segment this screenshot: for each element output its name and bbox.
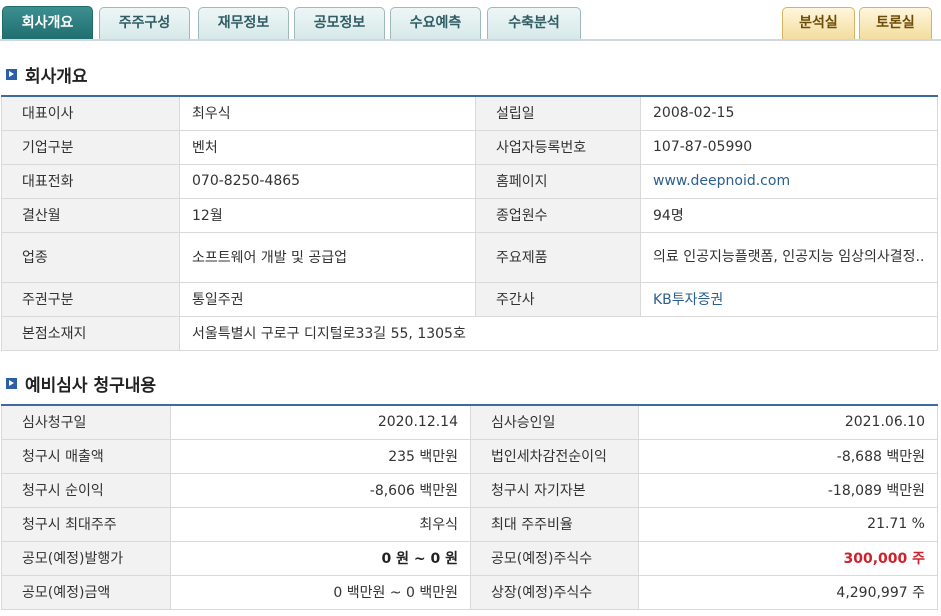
label-revenue: 청구시 매출액 bbox=[1, 438, 171, 474]
table-row: 청구시 최대주주 최우식 최대 주주비율 21.71 % bbox=[1, 506, 938, 542]
table-row: 기업구분 벤처 사업자등록번호 107-87-05990 bbox=[1, 129, 938, 165]
value-offer-price: 0 원 ~ 0 원 bbox=[170, 540, 471, 576]
label-review-approval-date: 심사승인일 bbox=[470, 404, 639, 440]
value-phone: 070-8250-4865 bbox=[179, 163, 476, 199]
label-offer-amount: 공모(예정)금액 bbox=[1, 574, 171, 610]
table-row: 업종 소프트웨어 개발 및 공급업 주요제품 의료 인공지능플랫폼, 인공지능 … bbox=[1, 231, 938, 283]
label-employees: 종업원수 bbox=[475, 197, 641, 233]
table-row: 심사청구일 2020.12.14 심사승인일 2021.06.10 bbox=[1, 404, 938, 440]
label-offer-shares: 공모(예정)주식수 bbox=[470, 540, 639, 576]
label-underwriter: 주간사 bbox=[475, 281, 641, 317]
value-pretax-income: -8,688 백만원 bbox=[638, 438, 938, 474]
value-listed-shares: 4,290,997 주 bbox=[638, 574, 938, 610]
label-fiscal-month: 결산월 bbox=[1, 197, 180, 233]
value-revenue: 235 백만원 bbox=[170, 438, 471, 474]
table-row: 대표전화 070-8250-4865 홈페이지 www.deepnoid.com bbox=[1, 163, 938, 199]
value-main-products: 의료 인공지능플랫폼, 인공지능 임상의사결정.. bbox=[640, 231, 938, 283]
arrow-bullet-icon bbox=[6, 377, 17, 389]
value-review-request-date: 2020.12.14 bbox=[170, 404, 471, 440]
tab-financials[interactable]: 재무정보 bbox=[198, 7, 289, 40]
label-phone: 대표전화 bbox=[1, 163, 180, 199]
value-employees: 94명 bbox=[640, 197, 938, 233]
label-industry: 업종 bbox=[1, 231, 180, 283]
table-row: 공모(예정)발행가 0 원 ~ 0 원 공모(예정)주식수 300,000 주 bbox=[1, 540, 938, 576]
value-ceo: 최우식 bbox=[179, 95, 476, 131]
underwriter-link[interactable]: KB투자증권 bbox=[640, 281, 938, 317]
table-row: 주권구분 통일주권 주간사 KB투자증권 bbox=[1, 281, 938, 317]
label-offer-price: 공모(예정)발행가 bbox=[1, 540, 171, 576]
value-founded: 2008-02-15 bbox=[640, 95, 938, 131]
value-business-reg-no: 107-87-05990 bbox=[640, 129, 938, 165]
label-listed-shares: 상장(예정)주식수 bbox=[470, 574, 639, 610]
table-row: 청구시 순이익 -8,606 백만원 청구시 자기자본 -18,089 백만원 bbox=[1, 472, 938, 508]
label-business-reg-no: 사업자등록번호 bbox=[475, 129, 641, 165]
section-title-preliminary-review: 예비심사 청구내용 bbox=[6, 372, 157, 396]
value-share-type: 통일주권 bbox=[179, 281, 476, 317]
label-company-type: 기업구분 bbox=[1, 129, 180, 165]
arrow-bullet-icon bbox=[6, 68, 17, 80]
tab-ipo-info[interactable]: 공모정보 bbox=[294, 7, 385, 40]
value-equity: -18,089 백만원 bbox=[638, 472, 938, 508]
tab-analysis-room[interactable]: 분석실 bbox=[782, 7, 855, 40]
table-row: 청구시 매출액 235 백만원 법인세차감전순이익 -8,688 백만원 bbox=[1, 438, 938, 474]
tab-discussion-room[interactable]: 토론실 bbox=[859, 7, 932, 40]
homepage-link[interactable]: www.deepnoid.com bbox=[640, 163, 938, 199]
tab-demand-forecast[interactable]: 수요예측 bbox=[390, 7, 481, 40]
value-net-income: -8,606 백만원 bbox=[170, 472, 471, 508]
section-title-text: 예비심사 청구내용 bbox=[25, 375, 157, 396]
label-ceo: 대표이사 bbox=[1, 95, 180, 131]
label-main-products: 주요제품 bbox=[475, 231, 641, 283]
label-largest-shareholder: 청구시 최대주주 bbox=[1, 506, 171, 542]
section-title-overview: 회사개요 bbox=[6, 63, 88, 87]
label-pretax-income: 법인세차감전순이익 bbox=[470, 438, 639, 474]
label-headquarters: 본점소재지 bbox=[1, 315, 180, 351]
table-row: 결산월 12월 종업원수 94명 bbox=[1, 197, 938, 233]
label-review-request-date: 심사청구일 bbox=[1, 404, 171, 440]
label-founded: 설립일 bbox=[475, 95, 641, 131]
section-title-text: 회사개요 bbox=[25, 66, 88, 87]
tab-return-analysis[interactable]: 수축분석 bbox=[487, 7, 581, 40]
tab-company-overview[interactable]: 회사개요 bbox=[2, 6, 93, 41]
table-row: 대표이사 최우식 설립일 2008-02-15 bbox=[1, 95, 938, 131]
label-largest-share-ratio: 최대 주주비율 bbox=[470, 506, 639, 542]
value-offer-amount: 0 백만원 ~ 0 백만원 bbox=[170, 574, 471, 610]
value-review-approval-date: 2021.06.10 bbox=[638, 404, 938, 440]
value-headquarters: 서울특별시 구로구 디지털로33길 55, 1305호 bbox=[179, 315, 938, 351]
preliminary-review-table: 심사청구일 2020.12.14 심사승인일 2021.06.10 청구시 매출… bbox=[1, 404, 938, 610]
value-fiscal-month: 12월 bbox=[179, 197, 476, 233]
tab-shareholders[interactable]: 주주구성 bbox=[99, 7, 190, 40]
label-homepage: 홈페이지 bbox=[475, 163, 641, 199]
label-share-type: 주권구분 bbox=[1, 281, 180, 317]
value-company-type: 벤처 bbox=[179, 129, 476, 165]
value-offer-shares: 300,000 주 bbox=[638, 540, 938, 576]
value-largest-share-ratio: 21.71 % bbox=[638, 506, 938, 542]
table-row: 본점소재지 서울특별시 구로구 디지털로33길 55, 1305호 bbox=[1, 315, 938, 351]
label-net-income: 청구시 순이익 bbox=[1, 472, 171, 508]
table-row: 공모(예정)금액 0 백만원 ~ 0 백만원 상장(예정)주식수 4,290,9… bbox=[1, 574, 938, 610]
value-industry: 소프트웨어 개발 및 공급업 bbox=[179, 231, 476, 283]
tab-underline bbox=[0, 39, 941, 41]
company-overview-table: 대표이사 최우식 설립일 2008-02-15 기업구분 벤처 사업자등록번호 … bbox=[1, 95, 938, 351]
value-largest-shareholder: 최우식 bbox=[170, 506, 471, 542]
label-equity: 청구시 자기자본 bbox=[470, 472, 639, 508]
tab-bar: 회사개요 주주구성 재무정보 공모정보 수요예측 수축분석 분석실 토론실 bbox=[0, 0, 941, 41]
